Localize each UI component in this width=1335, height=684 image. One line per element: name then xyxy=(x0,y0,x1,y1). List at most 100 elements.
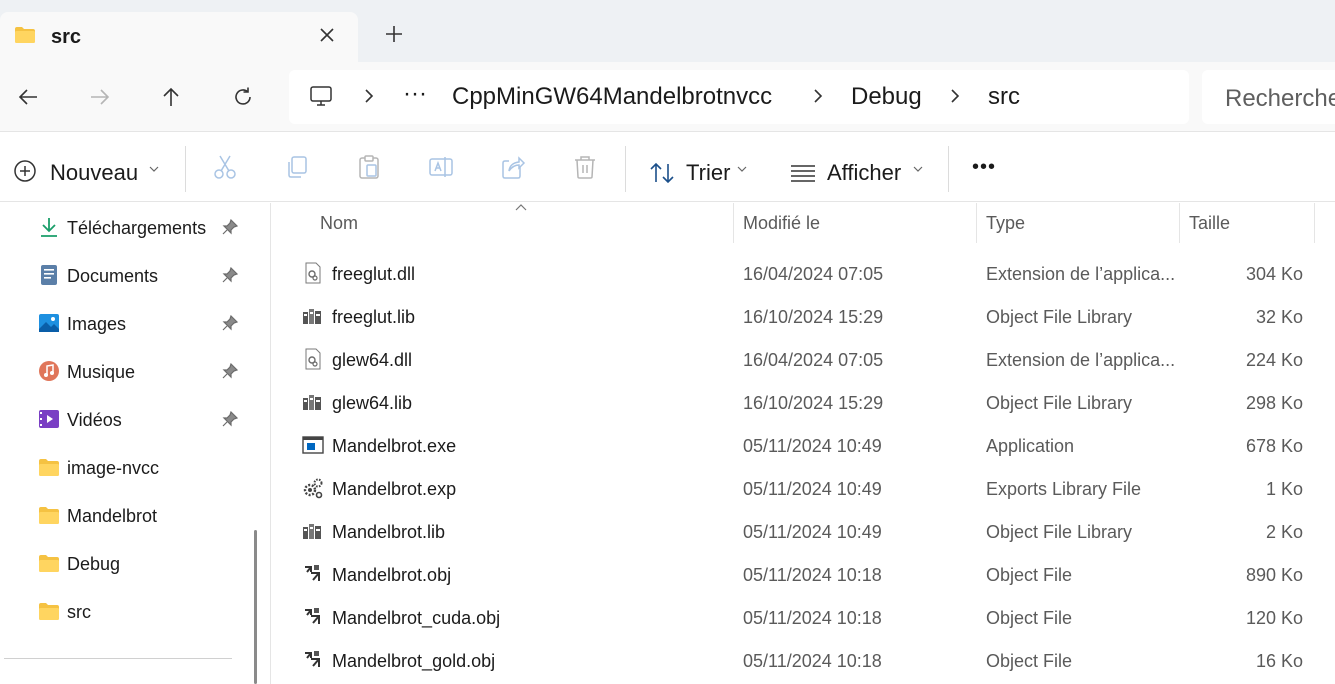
sidebar-item-label: Mandelbrot xyxy=(67,506,158,526)
more-options-button[interactable]: ••• xyxy=(972,156,996,179)
file-modified: 05/11/2024 10:18 xyxy=(743,565,882,585)
videos-icon xyxy=(39,410,59,428)
sort-ascending-icon xyxy=(515,204,527,211)
refresh-button[interactable] xyxy=(226,80,260,114)
chevron-right-icon[interactable] xyxy=(362,86,376,106)
file-row[interactable]: freeglut.lib 16/10/2024 15:29 Object Fil… xyxy=(271,295,1335,338)
library-icon xyxy=(303,524,321,539)
file-size: 16 Ko xyxy=(1255,651,1303,671)
file-size: 224 Ko xyxy=(1245,350,1303,370)
arrow-left-icon xyxy=(18,89,37,105)
new-button[interactable]: Nouveau xyxy=(50,160,138,186)
forward-button[interactable] xyxy=(83,80,117,114)
delete-icon[interactable] xyxy=(572,154,598,180)
download-icon xyxy=(41,218,57,237)
pin-icon[interactable] xyxy=(222,315,238,331)
column-divider[interactable] xyxy=(1179,203,1180,243)
pin-icon[interactable] xyxy=(222,363,238,379)
copy-icon[interactable] xyxy=(284,154,310,180)
chevron-right-icon[interactable] xyxy=(811,86,825,106)
file-type: Application xyxy=(986,436,1075,456)
column-header-size[interactable]: Taille xyxy=(1189,213,1230,234)
close-icon[interactable] xyxy=(316,24,338,46)
file-size: 120 Ko xyxy=(1245,608,1303,628)
command-divider xyxy=(625,146,626,192)
sidebar-item-src[interactable]: src xyxy=(0,588,245,636)
cut-icon[interactable] xyxy=(212,154,238,180)
dll-icon xyxy=(305,348,321,370)
chevron-right-icon[interactable] xyxy=(948,86,962,106)
address-bar[interactable]: ··· CppMinGW64Mandelbrotnvcc Debug src xyxy=(289,70,1189,124)
file-modified: 05/11/2024 10:49 xyxy=(743,522,882,542)
breadcrumb-item[interactable]: Debug xyxy=(851,83,922,111)
breadcrumb-overflow[interactable]: ··· xyxy=(403,80,427,108)
file-row[interactable]: glew64.dll 16/04/2024 07:05 Extension de… xyxy=(271,338,1335,381)
monitor-icon[interactable] xyxy=(309,85,333,107)
file-row[interactable]: Mandelbrot.exp 05/11/2024 10:49 Exports … xyxy=(271,467,1335,510)
refresh-icon xyxy=(235,87,251,105)
file-type: Object File Library xyxy=(986,522,1133,542)
pin-icon[interactable] xyxy=(222,219,238,235)
column-divider[interactable] xyxy=(733,203,734,243)
file-name: freeglut.lib xyxy=(332,307,416,327)
rename-icon[interactable] xyxy=(428,154,454,180)
column-divider[interactable] xyxy=(976,203,977,243)
images-icon xyxy=(39,314,59,332)
file-modified: 05/11/2024 10:18 xyxy=(743,608,882,628)
file-name: Mandelbrot.exp xyxy=(332,479,457,499)
sidebar-divider xyxy=(4,658,232,659)
column-divider[interactable] xyxy=(1314,203,1315,243)
back-button[interactable] xyxy=(11,80,45,114)
sort-button[interactable]: Trier xyxy=(686,160,730,186)
file-modified: 05/11/2024 10:49 xyxy=(743,479,882,499)
file-name: freeglut.dll xyxy=(332,264,416,284)
dll-icon xyxy=(305,262,321,284)
breadcrumb-item[interactable]: CppMinGW64Mandelbrotnvcc xyxy=(452,83,772,111)
chevron-down-icon[interactable] xyxy=(913,165,923,173)
sidebar-item-documents[interactable]: Documents xyxy=(0,252,245,300)
library-icon xyxy=(303,395,321,410)
sidebar-item-debug[interactable]: Debug xyxy=(0,540,245,588)
plus-icon[interactable] xyxy=(380,20,408,48)
file-row[interactable]: glew64.lib 16/10/2024 15:29 Object File … xyxy=(271,381,1335,424)
sidebar-item-downloads[interactable]: Téléchargements xyxy=(0,204,245,252)
file-row[interactable]: freeglut.dll 16/04/2024 07:05 Extension … xyxy=(271,252,1335,295)
breadcrumb-item[interactable]: src xyxy=(988,83,1020,111)
column-header-name[interactable]: Nom xyxy=(320,213,358,234)
search-input[interactable]: Recherche xyxy=(1225,85,1335,113)
file-row[interactable]: Mandelbrot.obj 05/11/2024 10:18 Object F… xyxy=(271,553,1335,596)
share-icon[interactable] xyxy=(500,154,526,180)
arrow-right-icon xyxy=(91,89,110,105)
view-list-icon[interactable] xyxy=(790,163,816,183)
plus-circle-icon[interactable] xyxy=(13,159,37,183)
folder-icon xyxy=(39,459,59,476)
view-button[interactable]: Afficher xyxy=(827,160,901,186)
column-header-type[interactable]: Type xyxy=(986,213,1025,234)
tab-src[interactable]: src xyxy=(0,12,358,64)
up-button[interactable] xyxy=(154,80,188,114)
sidebar-item-images[interactable]: Images xyxy=(0,300,245,348)
sidebar-item-videos[interactable]: Vidéos xyxy=(0,396,245,444)
pin-icon[interactable] xyxy=(222,267,238,283)
sort-icon[interactable] xyxy=(649,160,675,186)
folder-icon xyxy=(39,603,59,620)
file-row[interactable]: Mandelbrot_cuda.obj 05/11/2024 10:18 Obj… xyxy=(271,596,1335,639)
file-row[interactable]: Mandelbrot.exe 05/11/2024 10:49 Applicat… xyxy=(271,424,1335,467)
paste-icon[interactable] xyxy=(356,154,382,180)
navigation-bar: ··· CppMinGW64Mandelbrotnvcc Debug src R… xyxy=(0,62,1335,132)
folder-icon xyxy=(39,555,59,572)
pin-icon[interactable] xyxy=(222,411,238,427)
sidebar-item-image-nvcc[interactable]: image-nvcc xyxy=(0,444,245,492)
library-icon xyxy=(303,309,321,324)
sidebar-scrollbar[interactable] xyxy=(254,530,257,684)
gears-icon xyxy=(303,478,323,499)
file-size: 304 Ko xyxy=(1245,264,1303,284)
file-row[interactable]: Mandelbrot.lib 05/11/2024 10:49 Object F… xyxy=(271,510,1335,553)
sidebar-item-mandelbrot[interactable]: Mandelbrot xyxy=(0,492,245,540)
sidebar-item-music[interactable]: Musique xyxy=(0,348,245,396)
search-box[interactable]: Recherche xyxy=(1202,70,1335,124)
chevron-down-icon[interactable] xyxy=(737,165,747,173)
column-header-modified[interactable]: Modifié le xyxy=(743,213,820,234)
chevron-down-icon[interactable] xyxy=(149,165,159,173)
file-row[interactable]: Mandelbrot_gold.obj 05/11/2024 10:18 Obj… xyxy=(271,639,1335,682)
